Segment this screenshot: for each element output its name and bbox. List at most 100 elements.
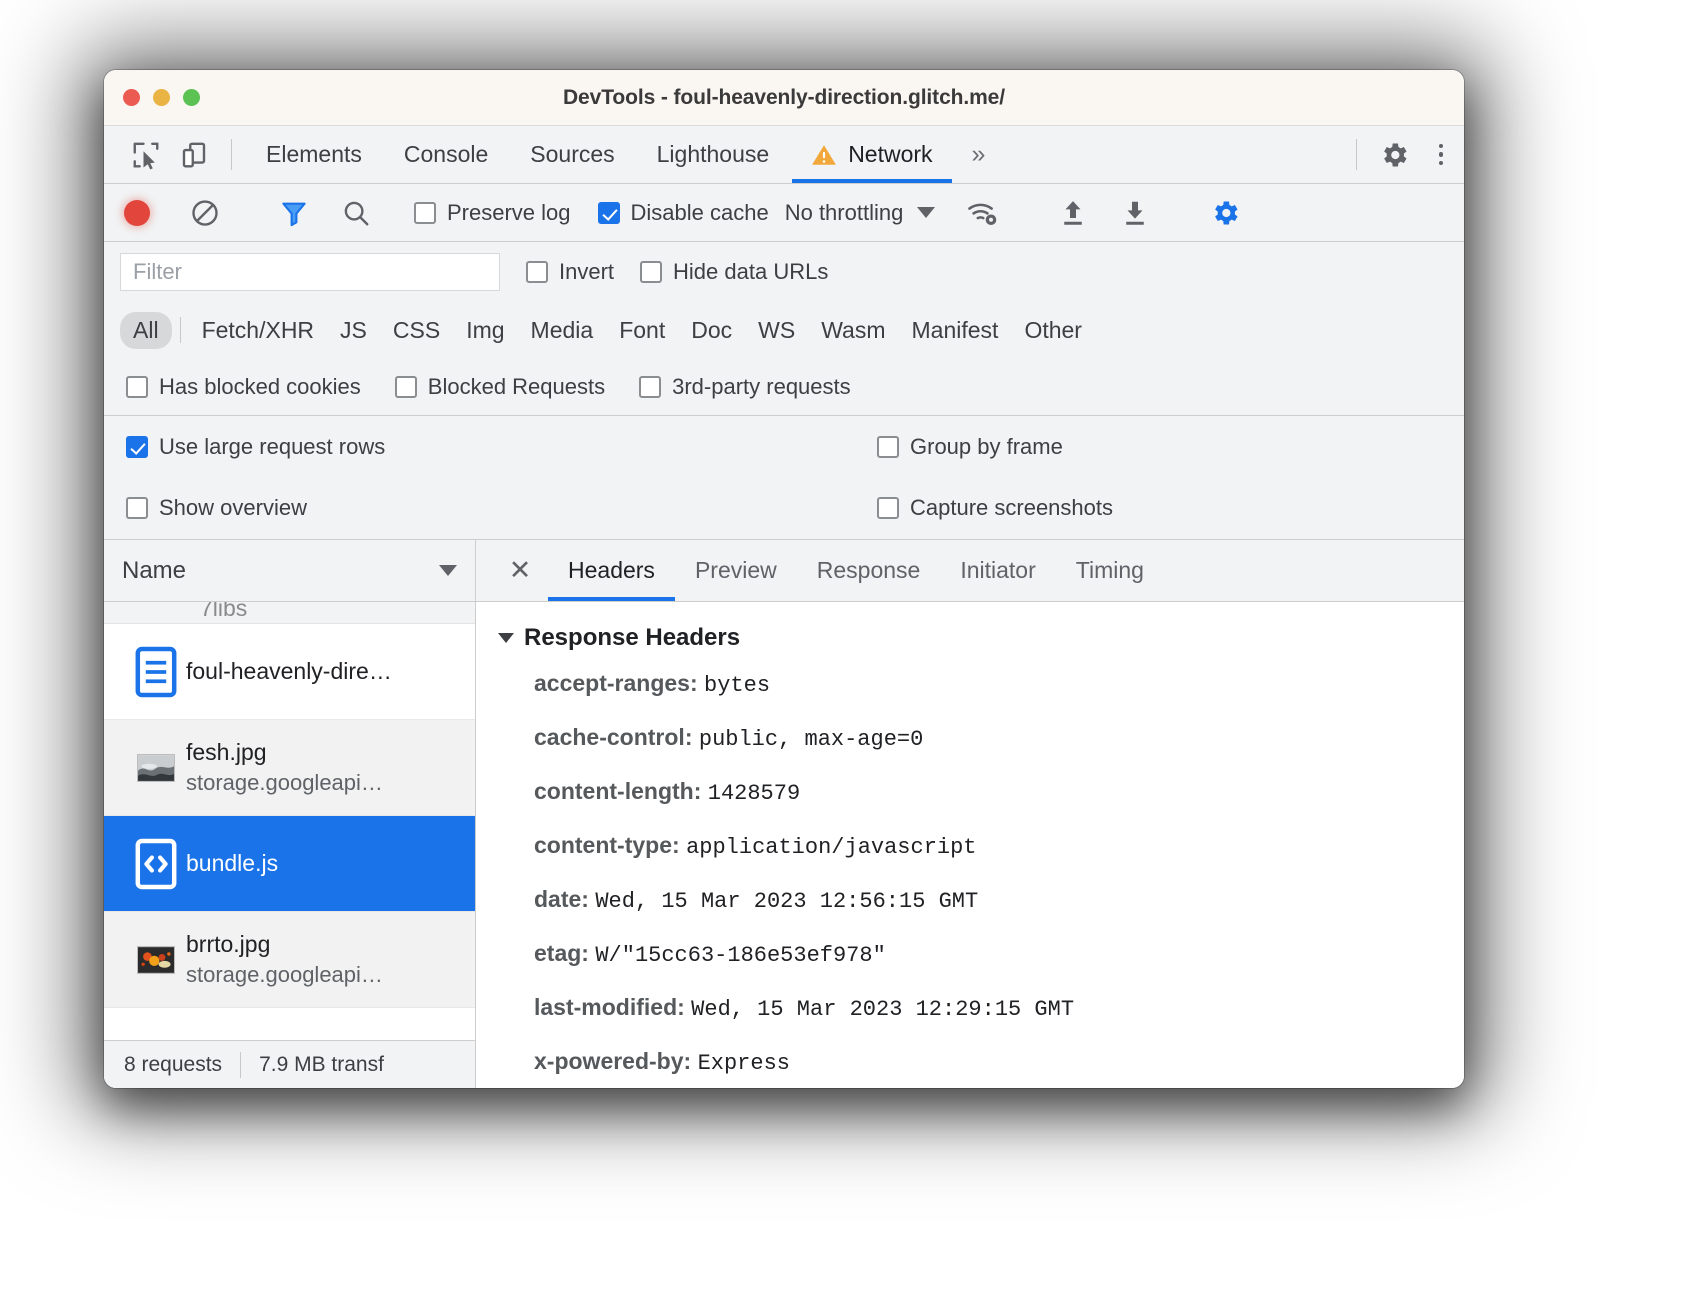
header-value: application/javascript <box>686 835 977 860</box>
upload-har-icon[interactable] <box>1042 198 1104 228</box>
blocked-requests-box <box>394 375 417 398</box>
network-settings-pane: Use large request rows Group by frame Sh… <box>104 416 1464 540</box>
group-by-frame-label: Group by frame <box>910 433 1063 459</box>
network-settings-gear-icon[interactable] <box>1193 197 1257 229</box>
warning-triangle-icon <box>811 142 837 168</box>
tab-elements-label: Elements <box>266 141 362 167</box>
header-content-length: content-length: 1428579 <box>534 778 1464 806</box>
type-filter-other[interactable]: Other <box>1011 312 1095 349</box>
chevron-down-icon <box>917 207 936 218</box>
preserve-log-label: Preserve log <box>447 199 571 225</box>
header-value: public, max-age=0 <box>698 727 924 752</box>
response-headers-section-toggle[interactable]: Response Headers <box>498 624 1464 652</box>
record-button[interactable] <box>124 199 174 226</box>
header-value: 1428579 <box>707 781 801 806</box>
inspect-element-icon[interactable] <box>122 126 170 183</box>
image-thumbnail <box>126 945 186 974</box>
type-filter-all[interactable]: All <box>120 311 172 349</box>
preserve-log-checkbox[interactable]: Preserve log <box>414 200 571 226</box>
third-party-requests-checkbox[interactable]: 3rd-party requests <box>639 374 851 400</box>
show-overview-checkbox[interactable]: Show overview <box>126 495 795 521</box>
invert-box <box>526 261 548 283</box>
table-row[interactable]: bundle.js <box>104 816 475 912</box>
close-icon[interactable]: ✕ <box>492 540 548 601</box>
more-tabs-icon[interactable]: » <box>954 126 1004 183</box>
blocked-requests-checkbox[interactable]: Blocked Requests <box>394 373 606 400</box>
type-filter-css[interactable]: CSS <box>380 312 453 349</box>
resource-type-filters: All Fetch/XHR JS CSS Img Media Font Doc … <box>104 302 1464 358</box>
type-filter-wasm[interactable]: Wasm <box>808 312 898 349</box>
tab-initiator[interactable]: Initiator <box>940 540 1055 601</box>
preserve-log-box <box>414 201 436 224</box>
throttling-select[interactable]: No throttling <box>785 200 936 226</box>
header-last-modified: last-modified: Wed, 15 Mar 2023 12:29:15… <box>534 994 1464 1022</box>
search-icon[interactable] <box>325 198 387 228</box>
column-header-name[interactable]: Name <box>104 540 475 602</box>
filter-input[interactable]: Filter <box>120 253 500 291</box>
type-filter-fetch-xhr[interactable]: Fetch/XHR <box>189 312 327 349</box>
disable-cache-label: Disable cache <box>630 199 769 225</box>
blocked-requests-label: Blocked Requests <box>427 373 606 399</box>
request-domain: storage.googleapi… <box>186 770 383 795</box>
tab-console[interactable]: Console <box>383 126 509 183</box>
kebab-menu-icon[interactable] <box>1418 126 1464 183</box>
header-name: accept-ranges: <box>534 670 698 696</box>
capture-screenshots-label: Capture screenshots <box>910 495 1113 521</box>
table-row[interactable]: fesh.jpg storage.googleapi… <box>104 720 475 816</box>
header-content-type: content-type: application/javascript <box>534 832 1464 860</box>
disable-cache-checkbox[interactable]: Disable cache <box>597 199 769 226</box>
header-name: last-modified: <box>534 994 685 1020</box>
request-name: bundle.js <box>186 850 279 876</box>
tab-network[interactable]: Network <box>790 126 953 183</box>
tab-lighthouse-label: Lighthouse <box>656 141 770 167</box>
gear-icon[interactable] <box>1370 126 1418 183</box>
use-large-request-rows-checkbox[interactable]: Use large request rows <box>126 434 795 460</box>
type-filter-doc[interactable]: Doc <box>678 312 745 349</box>
tab-timing[interactable]: Timing <box>1056 540 1164 601</box>
type-filter-media[interactable]: Media <box>518 312 607 349</box>
third-party-requests-box <box>639 375 662 398</box>
table-row[interactable]: foul-heavenly-dire… <box>104 624 475 720</box>
type-filter-divider <box>179 317 181 343</box>
document-icon <box>126 646 186 698</box>
tab-headers[interactable]: Headers <box>548 540 675 601</box>
device-toolbar-icon[interactable] <box>170 126 218 183</box>
tab-sources[interactable]: Sources <box>509 126 635 183</box>
request-count: 8 requests <box>124 1052 223 1076</box>
invert-checkbox[interactable]: Invert <box>526 259 614 285</box>
has-blocked-cookies-label: Has blocked cookies <box>159 373 361 399</box>
main-tab-bar: Elements Console Sources Lighthouse Netw… <box>104 126 1464 184</box>
has-blocked-cookies-checkbox[interactable]: Has blocked cookies <box>126 374 361 400</box>
type-filter-font[interactable]: Font <box>606 312 678 349</box>
network-toolbar: Preserve log Disable cache No throttling <box>104 184 1464 242</box>
header-name: x-powered-by: <box>534 1048 692 1074</box>
third-party-requests-label: 3rd-party requests <box>672 373 851 399</box>
wifi-settings-icon[interactable] <box>951 198 1015 228</box>
header-name: content-length: <box>534 778 702 804</box>
header-etag: etag: W/"15cc63-186e53ef978" <box>534 940 1464 968</box>
filter-funnel-icon[interactable] <box>263 198 325 228</box>
header-name: date: <box>534 886 589 912</box>
download-har-icon[interactable] <box>1104 198 1166 228</box>
type-filter-ws[interactable]: WS <box>745 312 808 349</box>
script-icon <box>126 838 186 890</box>
tab-elements[interactable]: Elements <box>245 126 383 183</box>
request-rows[interactable]: 7libs foul-heavenly-dire… fesh.jpg stora… <box>104 602 475 1040</box>
type-filter-img[interactable]: Img <box>453 312 517 349</box>
tab-lighthouse[interactable]: Lighthouse <box>636 126 791 183</box>
type-filter-manifest[interactable]: Manifest <box>899 312 1012 349</box>
table-row[interactable]: brrto.jpg storage.googleapi… <box>104 912 475 1008</box>
clear-icon[interactable] <box>174 198 236 228</box>
tab-response[interactable]: Response <box>797 540 941 601</box>
triangle-down-icon <box>498 633 514 643</box>
tab-preview[interactable]: Preview <box>675 540 797 601</box>
hide-data-urls-checkbox[interactable]: Hide data URLs <box>640 259 828 285</box>
capture-screenshots-checkbox[interactable]: Capture screenshots <box>795 495 1464 521</box>
type-filter-js[interactable]: JS <box>327 312 380 349</box>
toolbar-divider-right <box>1356 139 1357 170</box>
request-domain: storage.googleapi… <box>186 962 383 987</box>
show-overview-box <box>126 497 148 520</box>
group-by-frame-checkbox[interactable]: Group by frame <box>795 434 1464 460</box>
status-divider <box>240 1051 242 1078</box>
window-title: DevTools - foul-heavenly-direction.glitc… <box>562 85 1005 109</box>
